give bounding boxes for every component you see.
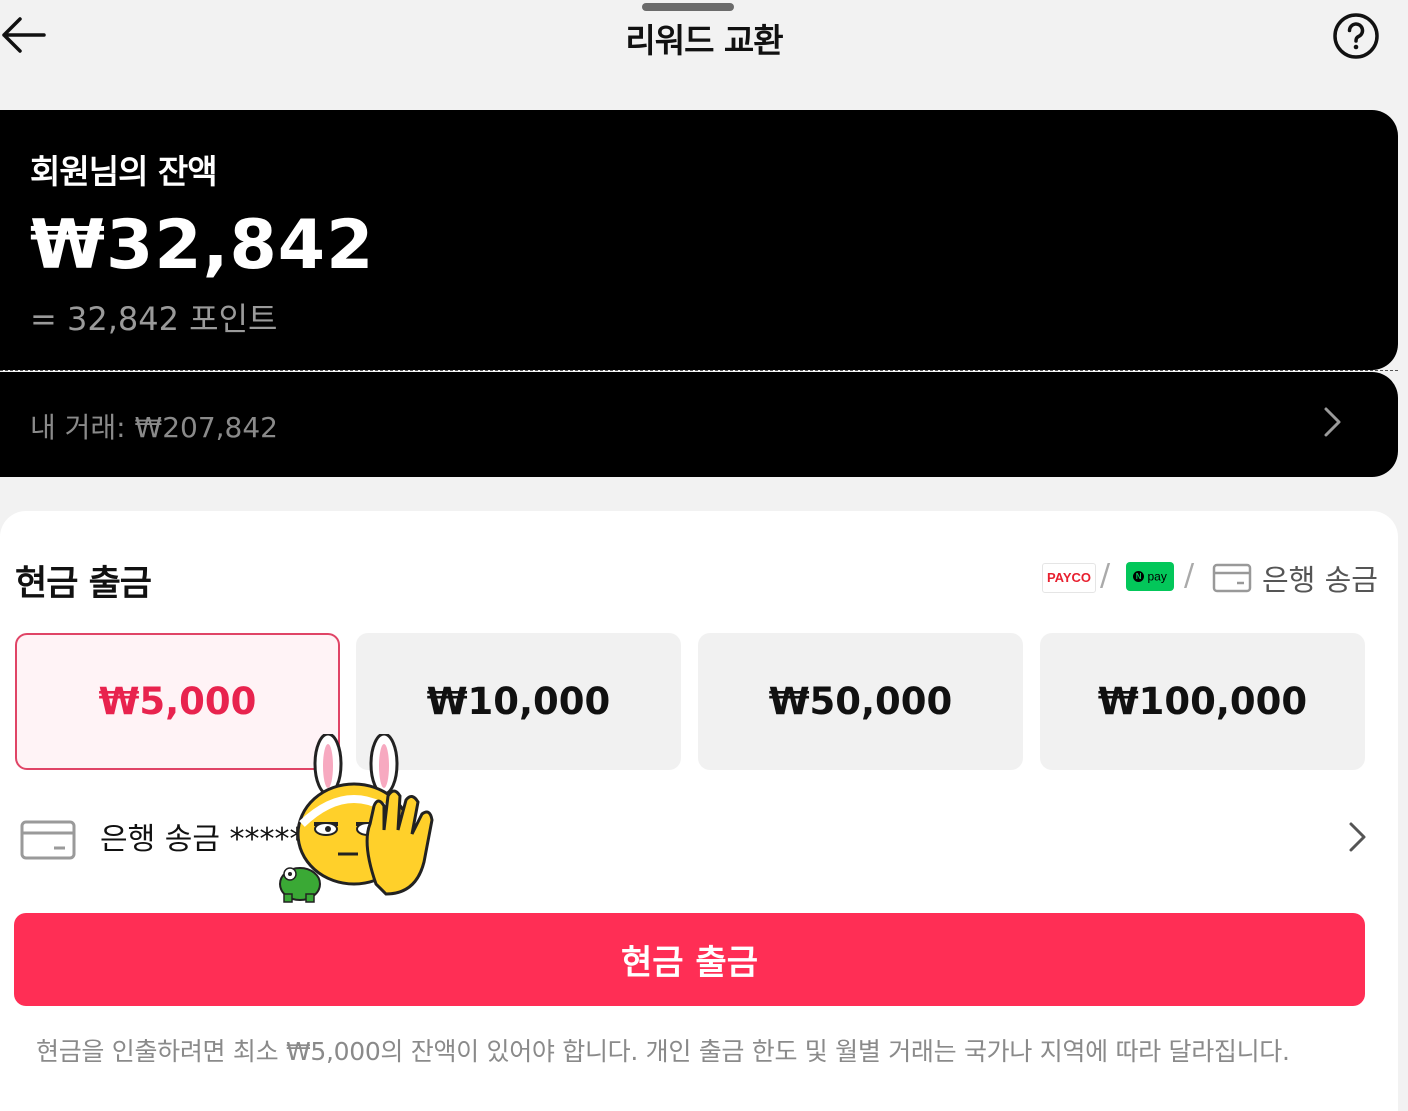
help-button[interactable] — [1332, 12, 1380, 60]
card-icon — [1212, 563, 1252, 593]
withdraw-notice: 현금을 인출하려면 최소 ₩5,000의 잔액이 있어야 합니다. 개인 출금 … — [36, 1037, 1290, 1066]
balance-points: = 32,842 포인트 — [30, 300, 278, 338]
drag-handle[interactable] — [642, 3, 734, 11]
bank-transfer-label: 은행 송금 — [1262, 563, 1378, 597]
section-title: 현금 출금 — [15, 564, 152, 604]
npay-logo: N pay — [1126, 562, 1174, 591]
amount-option-50000[interactable]: ₩50,000 — [698, 633, 1023, 770]
question-circle-icon — [1333, 13, 1379, 59]
chevron-right-icon — [1349, 822, 1366, 852]
page-title: 리워드 교환 — [625, 21, 783, 60]
chevron-right-icon — [1324, 407, 1341, 437]
card-icon — [20, 820, 76, 860]
balance-label: 회원님의 잔액 — [30, 152, 218, 191]
character-sticker-image — [279, 734, 434, 903]
divider — [0, 370, 1398, 371]
separator: / — [1184, 558, 1195, 593]
withdraw-button[interactable]: 현금 출금 — [14, 913, 1365, 1006]
separator: / — [1100, 558, 1111, 593]
npay-label: pay — [1147, 569, 1167, 584]
balance-amount: ₩32,842 — [30, 206, 375, 285]
amount-option-100000[interactable]: ₩100,000 — [1040, 633, 1365, 770]
transactions-label: 내 거래: ₩207,842 — [30, 411, 278, 444]
npay-n-icon: N — [1133, 571, 1145, 583]
payco-logo: PAYCO — [1042, 563, 1096, 593]
